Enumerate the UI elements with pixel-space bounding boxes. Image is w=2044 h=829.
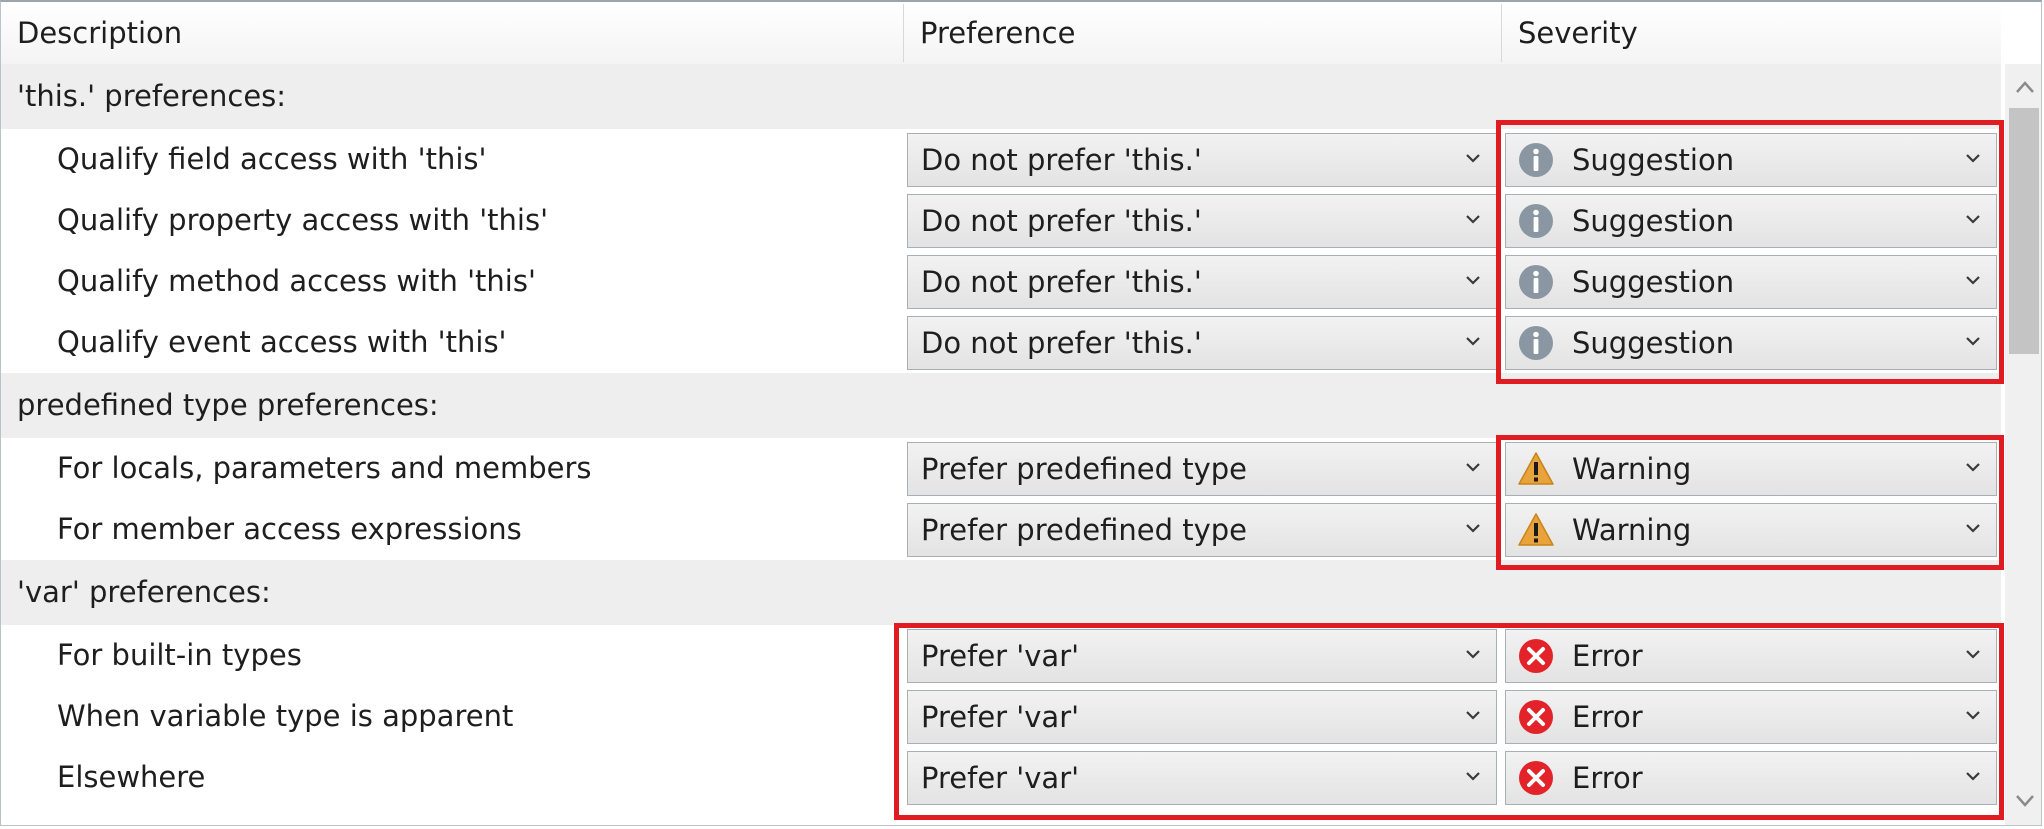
- preference-value: Do not prefer 'this.': [921, 326, 1202, 360]
- chevron-down-icon: [1964, 767, 1982, 785]
- vertical-scrollbar[interactable]: [2005, 64, 2041, 825]
- severity-value: Suggestion: [1572, 265, 1735, 299]
- preference-dropdown[interactable]: Prefer 'var': [907, 690, 1497, 744]
- preference-dropdown[interactable]: Do not prefer 'this.': [907, 316, 1497, 370]
- preference-value: Do not prefer 'this.': [921, 204, 1202, 238]
- preference-value: Prefer 'var': [921, 639, 1080, 673]
- chevron-down-icon: [1464, 271, 1482, 289]
- chevron-down-icon: [1464, 458, 1482, 476]
- info-icon: [1518, 264, 1554, 300]
- severity-dropdown[interactable]: Warning: [1505, 503, 1997, 557]
- option-description: For built-in types: [57, 638, 302, 672]
- option-row[interactable]: For member access expressions Prefer pred…: [1, 499, 2001, 560]
- option-row[interactable]: Elsewhere Prefer 'var' Error: [1, 747, 2001, 808]
- preference-dropdown[interactable]: Do not prefer 'this.': [907, 194, 1497, 248]
- chevron-down-icon: [1464, 645, 1482, 663]
- group-label: 'var' preferences:: [17, 575, 271, 609]
- group-header-row: 'var' preferences:: [1, 560, 2001, 625]
- option-description: When variable type is apparent: [57, 699, 514, 733]
- severity-value: Error: [1572, 700, 1643, 734]
- severity-dropdown[interactable]: Suggestion: [1505, 255, 1997, 309]
- severity-value: Error: [1572, 639, 1643, 673]
- chevron-down-icon: [1464, 767, 1482, 785]
- preference-value: Do not prefer 'this.': [921, 265, 1202, 299]
- options-grid: Description Preference Severity 'this.' …: [0, 0, 2042, 826]
- preference-value: Prefer 'var': [921, 761, 1080, 795]
- preference-value: Do not prefer 'this.': [921, 143, 1202, 177]
- severity-value: Suggestion: [1572, 326, 1735, 360]
- severity-dropdown[interactable]: Suggestion: [1505, 316, 1997, 370]
- severity-dropdown[interactable]: Error: [1505, 629, 1997, 683]
- severity-dropdown[interactable]: Warning: [1505, 442, 1997, 496]
- column-header-severity[interactable]: Severity: [1502, 2, 2001, 64]
- option-row[interactable]: When variable type is apparent Prefer 'va…: [1, 686, 2001, 747]
- severity-value: Suggestion: [1572, 143, 1735, 177]
- error-icon: [1518, 760, 1554, 796]
- preference-dropdown[interactable]: Do not prefer 'this.': [907, 255, 1497, 309]
- chevron-down-icon: [1464, 706, 1482, 724]
- preference-dropdown[interactable]: Do not prefer 'this.': [907, 133, 1497, 187]
- severity-value: Suggestion: [1572, 204, 1735, 238]
- preference-dropdown[interactable]: Prefer 'var': [907, 629, 1497, 683]
- option-row[interactable]: Qualify event access with 'this' Do not p…: [1, 312, 2001, 373]
- option-description: For member access expressions: [57, 512, 522, 546]
- severity-value: Error: [1572, 761, 1643, 795]
- scroll-down-arrow-icon[interactable]: [2015, 794, 2035, 808]
- preference-dropdown[interactable]: Prefer predefined type: [907, 503, 1497, 557]
- info-icon: [1518, 203, 1554, 239]
- option-description: Elsewhere: [57, 760, 206, 794]
- preference-value: Prefer 'var': [921, 700, 1080, 734]
- error-icon: [1518, 699, 1554, 735]
- group-label: predefined type preferences:: [17, 388, 439, 422]
- chevron-down-icon: [1964, 645, 1982, 663]
- preference-value: Prefer predefined type: [921, 452, 1247, 486]
- info-icon: [1518, 325, 1554, 361]
- error-icon: [1518, 638, 1554, 674]
- grid-header: Description Preference Severity: [1, 2, 2001, 65]
- warning-icon: [1518, 512, 1554, 548]
- chevron-down-icon: [1964, 458, 1982, 476]
- option-row[interactable]: Qualify property access with 'this' Do no…: [1, 190, 2001, 251]
- severity-dropdown[interactable]: Error: [1505, 690, 1997, 744]
- chevron-down-icon: [1964, 332, 1982, 350]
- chevron-down-icon: [1964, 149, 1982, 167]
- scroll-up-arrow-icon[interactable]: [2015, 80, 2035, 94]
- severity-dropdown[interactable]: Suggestion: [1505, 194, 1997, 248]
- option-description: Qualify property access with 'this': [57, 203, 549, 237]
- preference-value: Prefer predefined type: [921, 513, 1247, 547]
- warning-icon: [1518, 451, 1554, 487]
- chevron-down-icon: [1964, 706, 1982, 724]
- option-row[interactable]: Qualify method access with 'this' Do not …: [1, 251, 2001, 312]
- info-icon: [1518, 142, 1554, 178]
- group-header-row: predefined type preferences:: [1, 373, 2001, 438]
- preference-dropdown[interactable]: Prefer predefined type: [907, 442, 1497, 496]
- severity-dropdown[interactable]: Error: [1505, 751, 1997, 805]
- option-row[interactable]: For built-in types Prefer 'var' Error: [1, 625, 2001, 686]
- severity-dropdown[interactable]: Suggestion: [1505, 133, 1997, 187]
- preference-dropdown[interactable]: Prefer 'var': [907, 751, 1497, 805]
- option-description: Qualify field access with 'this': [57, 142, 487, 176]
- group-header-row: 'this.' preferences:: [1, 64, 2001, 129]
- option-row[interactable]: For locals, parameters and members Prefer…: [1, 438, 2001, 499]
- option-description: For locals, parameters and members: [57, 451, 592, 485]
- column-header-preference[interactable]: Preference: [904, 2, 1501, 64]
- group-label: 'this.' preferences:: [17, 79, 287, 113]
- scrollbar-thumb[interactable]: [2009, 108, 2039, 354]
- chevron-down-icon: [1964, 519, 1982, 537]
- severity-value: Warning: [1572, 452, 1692, 486]
- chevron-down-icon: [1464, 210, 1482, 228]
- option-description: Qualify method access with 'this': [57, 264, 536, 298]
- chevron-down-icon: [1464, 332, 1482, 350]
- option-description: Qualify event access with 'this': [57, 325, 507, 359]
- chevron-down-icon: [1964, 271, 1982, 289]
- chevron-down-icon: [1464, 519, 1482, 537]
- chevron-down-icon: [1964, 210, 1982, 228]
- option-row[interactable]: Qualify field access with 'this' Do not p…: [1, 129, 2001, 190]
- column-header-description[interactable]: Description: [1, 2, 903, 64]
- chevron-down-icon: [1464, 149, 1482, 167]
- severity-value: Warning: [1572, 513, 1692, 547]
